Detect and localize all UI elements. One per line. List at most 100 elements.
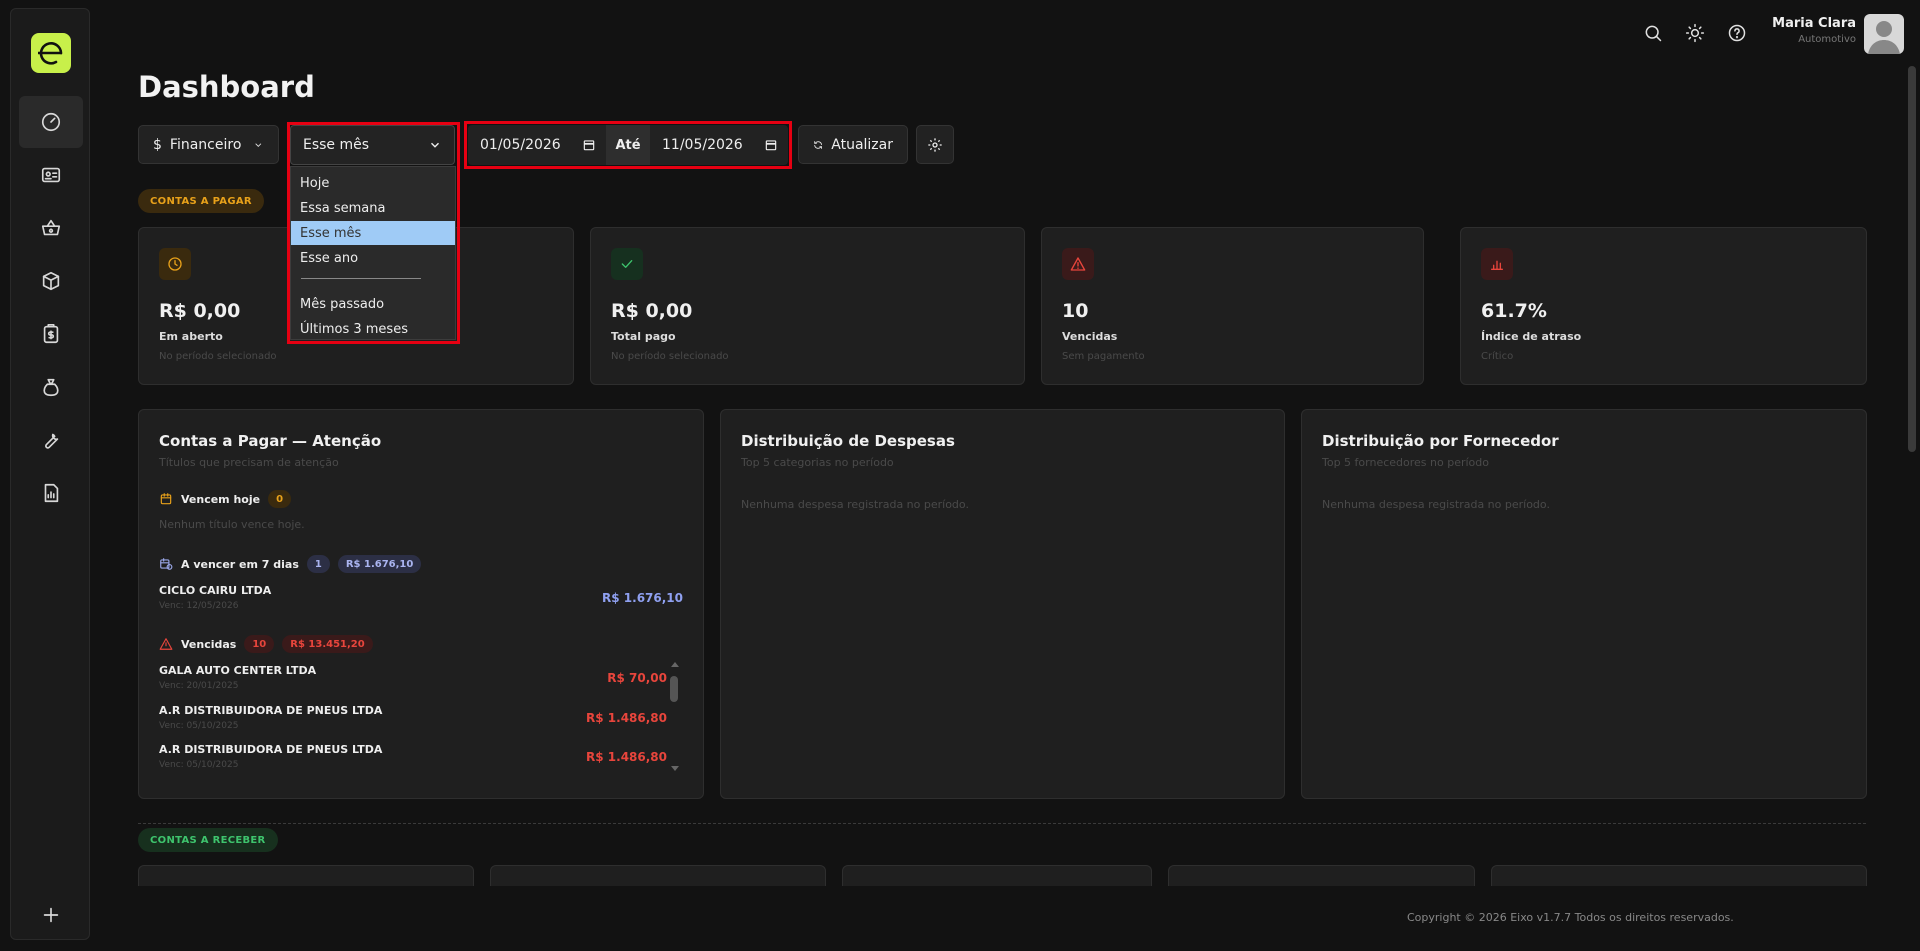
plus-icon [43,907,59,923]
user-info[interactable]: Maria Clara Automotivo [1772,16,1856,45]
overdue-item-date: Venc: 20/01/2025 [159,681,239,691]
user-role: Automotivo [1798,34,1856,45]
overdue-label: Vencidas [181,637,237,651]
stat-value: 61.7% [1481,300,1547,322]
overdue-header: Vencidas 10 R$ 13.451,20 [159,635,373,653]
page-title: Dashboard [138,70,315,104]
due-week-label: A vencer em 7 dias [181,557,299,571]
calendar-icon [160,493,172,505]
refresh-button[interactable]: Atualizar [798,125,908,164]
user-name: Maria Clara [1772,16,1856,31]
stat-card-delay-index: 61.7% Índice de atraso Crítico [1460,227,1867,385]
stat-icon-box [1481,248,1513,280]
app-logo[interactable] [31,33,71,73]
gauge-icon [41,112,61,132]
panel-empty-message: Nenhuma despesa registrada no período. [1322,498,1550,511]
search-icon [1645,25,1662,42]
stat-label: Índice de atraso [1481,330,1582,343]
check-icon [621,260,633,268]
top-actions [1642,22,1748,44]
sidebar-item-dashboard[interactable] [19,96,83,148]
stat-value: R$ 0,00 [611,300,693,322]
highlight-date-range [464,121,792,169]
sidebar-item-contacts[interactable] [19,149,83,201]
logo-icon [38,42,63,65]
section-badge-receivable: CONTAS A RECEBER [138,828,278,852]
list-scrollbar-thumb[interactable] [670,676,678,702]
highlight-period-dropdown [287,122,460,344]
overdue-item-amount: R$ 1.486,80 [586,750,667,764]
stat-value: R$ 0,00 [159,300,241,322]
money-bag-icon [43,378,59,397]
sun-icon [1685,23,1705,43]
panel-empty-message: Nenhuma despesa registrada no período. [741,498,969,511]
panel-supplier-distribution: Distribuição por Fornecedor Top 5 fornec… [1301,409,1867,799]
search-button[interactable] [1642,22,1664,44]
list-scroll-down-icon[interactable] [671,766,679,771]
chevron-down-icon [255,142,262,147]
wrench-icon [45,433,59,449]
dollar-icon: $ [153,136,162,153]
list-scroll-up-icon[interactable] [671,662,679,667]
due-week-header: A vencer em 7 dias 1 R$ 1.676,10 [159,555,422,573]
page-scrollbar[interactable] [1908,66,1916,452]
stat-icon-box [159,248,191,280]
stat-icon-box [1062,248,1094,280]
due-week-item-name[interactable]: CICLO CAIRU LTDA [159,584,271,597]
stat-card-paid: R$ 0,00 Total pago No período selecionad… [590,227,1025,385]
stat-label: Em aberto [159,330,223,343]
calendar-clock-icon [160,558,173,570]
overdue-item-name[interactable]: A.R DISTRIBUIDORA DE PNEUS LTDA [159,704,382,717]
due-today-header: Vencem hoje 0 [159,490,292,508]
clock-icon [168,257,182,271]
warning-icon [159,638,173,650]
overdue-item-name[interactable]: A.R DISTRIBUIDORA DE PNEUS LTDA [159,743,382,756]
due-week-total: R$ 1.676,10 [337,555,422,573]
sidebar-item-finance[interactable] [19,361,83,413]
due-today-count: 0 [268,490,292,508]
help-button[interactable] [1726,22,1748,44]
sidebar-item-orders[interactable] [19,308,83,360]
stat-sub: Crítico [1481,351,1514,362]
overdue-item-name[interactable]: GALA AUTO CENTER LTDA [159,664,316,677]
due-week-count: 1 [306,555,330,573]
stat-sub: Sem pagamento [1062,351,1145,362]
id-card-icon [41,167,61,183]
stat-sub: No período selecionado [159,351,277,362]
sidebar-add-button[interactable] [19,889,83,941]
refresh-icon [814,140,822,149]
warning-icon [1070,257,1086,271]
overdue-item-date: Venc: 05/10/2025 [159,760,239,770]
module-label: Financeiro [169,136,242,153]
due-week-item-date: Venc: 12/05/2026 [159,601,239,611]
panel-title: Distribuição de Despesas [741,432,955,450]
avatar[interactable] [1864,14,1904,54]
theme-toggle-button[interactable] [1684,22,1706,44]
panel-subtitle: Top 5 fornecedores no período [1322,456,1489,469]
stat-label: Vencidas [1062,330,1118,343]
module-select-button[interactable]: $ Financeiro [138,125,279,164]
overdue-item-amount: R$ 1.486,80 [586,711,667,725]
bar-chart-icon [1491,260,1503,270]
panel-title: Distribuição por Fornecedor [1322,432,1559,450]
basket-icon [41,219,61,236]
footer-copyright: Copyright © 2026 Eixo v1.7.7 Todos os di… [1407,911,1734,924]
stat-label: Total pago [611,330,676,343]
due-week-item-amount: R$ 1.676,10 [602,591,683,605]
sidebar-item-services[interactable] [19,414,83,466]
stat-value: 10 [1062,300,1089,322]
box-icon [42,271,60,291]
sidebar-item-products[interactable] [19,255,83,307]
gear-icon [928,137,942,152]
due-today-empty: Nenhum título vence hoje. [159,518,305,531]
sidebar-item-sales[interactable] [19,202,83,254]
overdue-total: R$ 13.451,20 [282,635,373,653]
panel-subtitle: Títulos que precisam de atenção [159,456,339,469]
due-today-label: Vencem hoje [181,492,261,506]
settings-button[interactable] [916,125,954,164]
report-icon [44,483,59,503]
help-icon [1728,24,1746,42]
sidebar-item-reports[interactable] [19,467,83,519]
panel-title: Contas a Pagar — Atenção [159,432,382,450]
section-badge-payable: CONTAS A PAGAR [138,189,264,213]
